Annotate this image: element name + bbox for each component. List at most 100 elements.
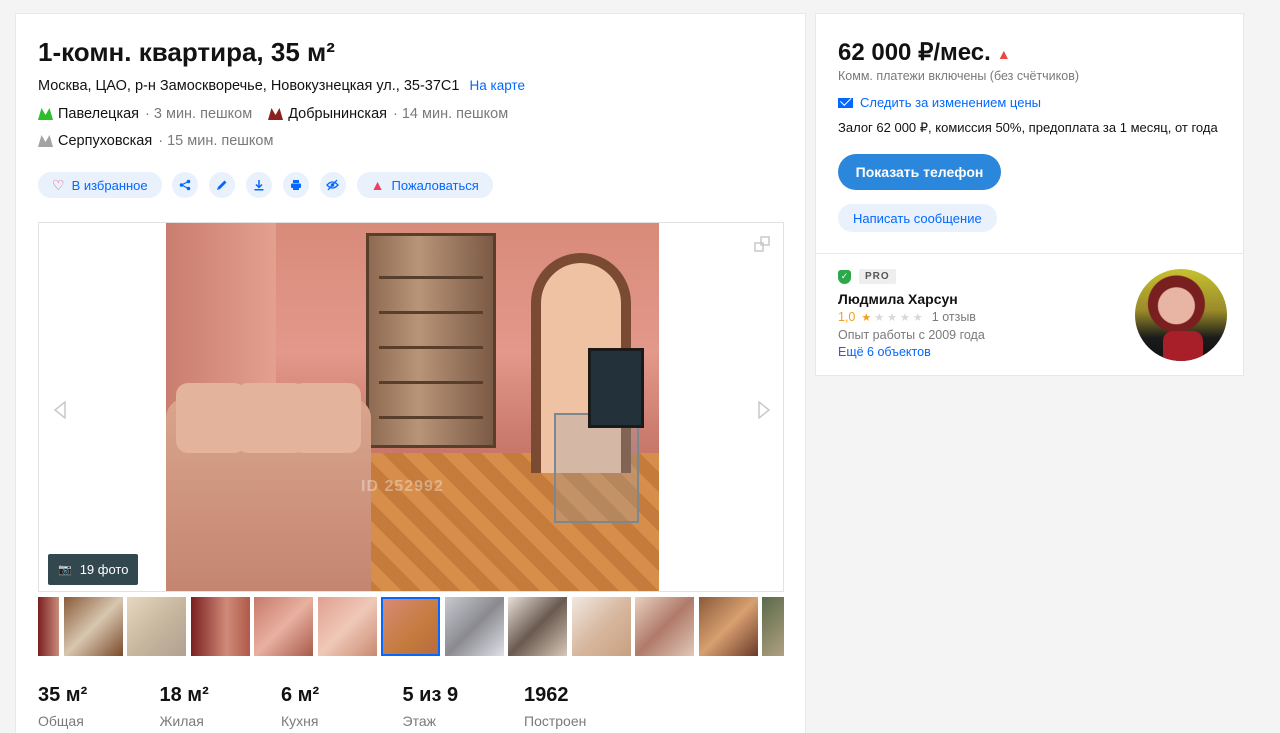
next-photo-button[interactable] [757,400,771,420]
utilities-info: Комм. платежи включены (без счётчиков) [838,69,1080,83]
download-icon [254,180,264,191]
thumbnail[interactable] [64,597,123,656]
thumbnail[interactable] [254,597,313,656]
metro-icon [268,108,284,120]
stat-value: 5 из 9 [402,684,459,706]
metro-row-2: Серпуховская · 15 мин. пешком [38,133,273,149]
stat-value: 18 м² [159,684,209,706]
photo-watermark: ID 252992 [361,478,444,495]
thumbnail[interactable] [572,597,631,656]
reviews-count: 1 отзыв [931,310,976,324]
action-bar: ♡ В избранное ▲ Пожаловаться [38,172,503,198]
verified-shield-icon: ✓ [838,269,851,284]
pencil-icon [216,180,227,190]
stat-living-area: 18 м² Жилая [160,684,282,729]
stat-year-built: 1962 Построен [524,684,646,729]
price-value: 62 000 ₽/мес. [838,39,991,66]
rental-terms: Залог 62 000 ₽, комиссия 50%, предоплата… [838,120,1218,135]
thumbnail[interactable] [191,597,250,656]
prev-photo-button[interactable] [53,400,67,420]
stat-value: 35 м² [38,684,88,706]
metro-row-1: Павелецкая · 3 мин. пешком Добрынинская … [38,106,508,122]
stat-label: Кухня [281,713,319,729]
divider [816,253,1243,254]
star-icon: ★ [900,311,910,324]
agent-rating[interactable]: 1,0 ★ ★ ★ ★ ★ 1 отзыв [838,310,976,324]
thumbnail-active[interactable] [381,597,440,656]
share-button[interactable] [171,172,198,198]
favorite-button[interactable]: ♡ В избранное [38,172,162,198]
envelope-icon [838,97,853,108]
metro-station[interactable]: Павелецкая [58,106,139,122]
thumbnail[interactable] [635,597,694,656]
report-label: Пожаловаться [391,177,479,193]
map-link[interactable]: На карте [470,78,525,93]
photo-gallery[interactable]: ID 252992 📷 19 фото [38,222,784,592]
agent-experience: Опыт работы с 2009 года [838,328,985,342]
edit-button[interactable] [208,172,235,198]
photo-count-label: 19 фото [79,562,129,577]
printer-icon [290,180,301,190]
agent-name[interactable]: Людмила Харсун [838,291,958,307]
write-message-button[interactable]: Написать сообщение [838,204,997,232]
fullscreen-button[interactable] [753,235,771,253]
show-phone-button[interactable]: Показать телефон [838,154,1001,190]
listing-title: 1-комн. квартира, 35 м² [38,37,335,67]
stat-kitchen-area: 6 м² Кухня [281,684,403,729]
chevron-right-icon [758,400,771,420]
listing-address: Москва, ЦАО, р-н Замоскворечье, Новокузн… [38,78,525,94]
heart-icon: ♡ [52,176,65,193]
metro-station[interactable]: Добрынинская [288,106,387,122]
stat-label: Построен [524,713,587,729]
metro-icon [38,108,53,120]
thumbnail[interactable] [38,597,59,656]
summary-stats: 35 м² Общая 18 м² Жилая 6 м² Кухня 5 из … [38,684,646,729]
thumbnail[interactable] [127,597,186,656]
hide-button[interactable] [319,172,346,198]
stat-label: Жилая [159,713,204,729]
metro-distance: · 14 мин. пешком [392,106,509,122]
follow-price-link[interactable]: Следить за изменением цены [838,95,1041,110]
photo-count-badge[interactable]: 📷 19 фото [48,554,139,585]
address-text: Москва, ЦАО, р-н Замоскворечье, Новокузн… [38,78,460,94]
thumbnail[interactable] [508,597,567,656]
star-icon: ★ [861,311,872,324]
star-icon: ★ [912,311,923,324]
metro-icon [38,135,53,147]
star-icon: ★ [887,311,898,324]
pro-badge: PRO [859,269,896,284]
warning-icon: ▲ [370,177,385,193]
price-up-icon[interactable]: ▲ [997,46,1011,62]
stat-floor: 5 из 9 Этаж [403,684,525,729]
star-icon: ★ [874,311,885,324]
stat-value: 1962 [524,684,569,706]
camera-icon: 📷 [58,564,72,576]
chevron-left-icon [53,400,66,420]
follow-price-label: Следить за изменением цены [860,95,1041,110]
offer-card: 62 000 ₽/мес. ▲ Комм. платежи включены (… [815,13,1244,376]
stat-total-area: 35 м² Общая [38,684,160,729]
report-button[interactable]: ▲ Пожаловаться [356,172,493,198]
favorite-label: В избранное [71,177,148,193]
expand-icon [754,236,770,252]
thumbnail[interactable] [762,597,784,656]
thumbnail[interactable] [699,597,758,656]
agent-avatar[interactable] [1135,269,1227,361]
main-photo[interactable]: ID 252992 [166,223,659,591]
price: 62 000 ₽/мес. ▲ [838,38,1011,67]
stat-value: 6 м² [281,684,320,706]
share-icon [179,179,190,191]
thumbnail[interactable] [318,597,377,656]
more-objects-link[interactable]: Ещё 6 объектов [838,345,931,359]
stat-label: Этаж [402,713,436,729]
metro-station[interactable]: Серпуховская [58,133,152,149]
thumbnail[interactable] [445,597,504,656]
download-button[interactable] [245,172,272,198]
metro-distance: · 15 мин. пешком [158,133,274,149]
eye-slash-icon [326,179,340,191]
stat-label: Общая [38,713,84,729]
agent-badges: ✓ PRO [838,269,896,284]
rating-value: 1,0 [838,310,856,324]
print-button[interactable] [282,172,309,198]
thumbnail-strip [38,597,784,657]
